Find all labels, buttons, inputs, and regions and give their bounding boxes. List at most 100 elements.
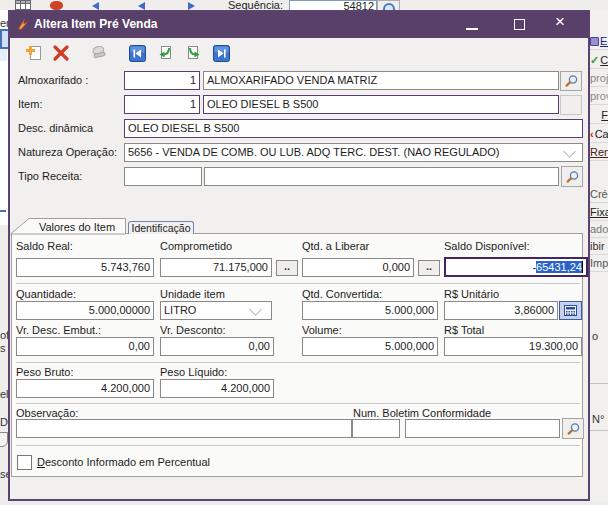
export-icon <box>590 37 599 46</box>
desconto-percentual-checkbox[interactable] <box>17 455 32 470</box>
red-chevron-icon: ‹ <box>590 128 594 140</box>
num-boletim-field[interactable] <box>405 419 560 438</box>
tab-valores-do-item[interactable]: Valores do Item <box>32 221 122 233</box>
item-search-button-disabled <box>560 95 582 115</box>
item-label: Item: <box>18 99 42 110</box>
background-menu-item[interactable]: prov <box>590 88 608 105</box>
num-boletim-code-field[interactable] <box>352 419 400 438</box>
almoxarifado-label: Almoxarifado : <box>18 75 88 86</box>
table-grid-icon <box>15 0 31 10</box>
peso-liquido-label: Peso Líquido: <box>160 367 227 378</box>
background-menu-item[interactable]: proj <box>590 70 608 87</box>
volume-field[interactable]: 5.000,000 <box>302 337 438 356</box>
qtd-liberar-field[interactable]: 0,000 <box>302 258 414 277</box>
tipo-receita-label: Tipo Receita: <box>18 171 82 182</box>
saldo-real-field[interactable]: 5.743,760 <box>16 258 154 277</box>
check-icon: ✓ <box>590 54 599 67</box>
tipo-receita-code-field[interactable] <box>124 167 202 186</box>
search-icon <box>566 422 580 436</box>
item-desc-field[interactable]: OLEO DIESEL B S500 <box>203 95 559 114</box>
background-text-fragment: o <box>592 330 598 342</box>
vr-desconto-label: Vr. Desconto: <box>160 325 226 336</box>
divider <box>590 430 608 431</box>
observacao-field[interactable] <box>16 419 352 438</box>
almoxarifado-search-button[interactable] <box>560 71 582 91</box>
rs-unitario-field[interactable]: 3,86000 <box>444 301 558 320</box>
almoxarifado-desc-field[interactable]: ALMOXARIFADO VENDA MATRIZ <box>203 71 559 90</box>
almoxarifado-code-field[interactable]: 1 <box>124 71 200 90</box>
saldo-disponivel-label: Saldo Disponível: <box>444 241 530 252</box>
minimize-button[interactable] <box>466 28 478 30</box>
grid-cell-fragment <box>0 47 7 61</box>
background-menu-item[interactable]: Imp <box>590 255 608 272</box>
background-menu-item[interactable]: ados <box>590 221 608 238</box>
vr-desc-embut-label: Vr. Desc. Embut.: <box>16 325 101 336</box>
num-boletim-search-button[interactable] <box>562 418 584 439</box>
tab-identificacao[interactable]: Identificação <box>128 221 194 234</box>
num-boletim-label: Num. Boletim Conformidade <box>353 408 491 419</box>
search-icon <box>564 74 578 88</box>
comprometido-field[interactable]: 71.175,000 <box>160 258 272 277</box>
stamp-disabled-icon[interactable] <box>89 44 108 62</box>
next-record-icon[interactable] <box>185 45 202 62</box>
delete-record-icon[interactable] <box>52 44 70 62</box>
saldo-disponivel-field[interactable]: -65431,24 <box>444 257 588 277</box>
item-code-field[interactable]: 1 <box>124 95 200 114</box>
background-text-fragment: el <box>0 388 8 400</box>
qtd-convertida-field[interactable]: 5.000,000 <box>302 301 438 320</box>
nav-arrow-icon <box>188 2 195 10</box>
vr-desconto-field[interactable]: 0,00 <box>160 337 274 356</box>
background-menu-item[interactable]: F <box>590 107 608 124</box>
calculator-icon <box>564 305 577 316</box>
background-text-fragment: se <box>0 468 8 480</box>
rs-total-label: R$ Total <box>444 325 484 336</box>
comprometido-more-button[interactable]: .. <box>276 260 298 276</box>
background-menu-item[interactable]: Fixa <box>590 204 608 221</box>
background-menu-item[interactable]: Rent <box>590 144 608 161</box>
prior-record-icon[interactable] <box>157 45 174 62</box>
background-menu-item[interactable]: ✓Co <box>590 52 608 69</box>
search-icon <box>565 170 579 184</box>
close-button[interactable]: × <box>555 13 565 30</box>
sequence-label: Sequência: <box>228 0 283 10</box>
background-menu-item[interactable]: ibir <box>590 238 608 255</box>
natureza-operacao-label: Natureza Operação: <box>18 147 117 158</box>
tipo-receita-search-button[interactable] <box>561 166 583 187</box>
vr-desc-embut-field[interactable]: 0,00 <box>16 337 154 356</box>
desc-dinamica-label: Desc. dinâmica <box>18 123 93 134</box>
background-menu-item[interactable]: ‹Ca <box>590 126 608 143</box>
rs-unitario-label: R$ Unitário <box>444 289 499 300</box>
background-menu-item[interactable]: Créd <box>590 186 608 203</box>
eraser-red-icon <box>50 1 63 10</box>
unidade-item-label: Unidade item <box>160 289 225 300</box>
nav-arrow-icon <box>138 2 145 10</box>
nav-arrow-icon <box>92 2 99 10</box>
background-menu-item[interactable]: E- <box>590 33 608 50</box>
background-text-fragment: N° <box>592 413 604 425</box>
peso-liquido-field[interactable]: 4.200,000 <box>160 379 274 398</box>
qtd-liberar-more-button[interactable]: .. <box>418 260 440 276</box>
grid-cell-fragment <box>0 29 8 49</box>
desconto-percentual-label: Desconto Informado em Percentual <box>37 457 210 468</box>
search-button-top[interactable] <box>377 0 400 10</box>
observacao-label: Observação: <box>16 408 78 419</box>
qtd-liberar-label: Qtd. a Liberar <box>302 241 369 252</box>
new-record-icon[interactable] <box>24 43 43 62</box>
calculator-button[interactable] <box>559 301 582 320</box>
quantidade-field[interactable]: 5.000,00000 <box>16 301 154 320</box>
background-text-fragment: s <box>0 342 6 354</box>
saldo-real-label: Saldo Real: <box>16 241 73 252</box>
tipo-receita-desc-field[interactable] <box>204 167 559 186</box>
first-record-icon[interactable] <box>129 45 146 62</box>
natureza-operacao-select[interactable]: 5656 - VENDA DE COMB. OU LUB. ADQ TERC. … <box>124 143 583 162</box>
last-record-icon[interactable] <box>213 45 230 62</box>
peso-bruto-label: Peso Bruto: <box>16 367 73 378</box>
desc-dinamica-field[interactable]: OLEO DIESEL B S500 <box>124 119 583 138</box>
screen: Sequência: 54812 erofselDse E-✓Coprojpro… <box>0 0 608 505</box>
rs-total-field[interactable]: 19.300,00 <box>444 337 582 356</box>
peso-bruto-field[interactable]: 4.200,000 <box>16 379 154 398</box>
maximize-button[interactable] <box>514 19 525 30</box>
quantidade-label: Quantidade: <box>16 289 76 300</box>
sequence-field[interactable]: 54812 <box>289 0 377 10</box>
background-text-fragment: of <box>0 329 8 341</box>
